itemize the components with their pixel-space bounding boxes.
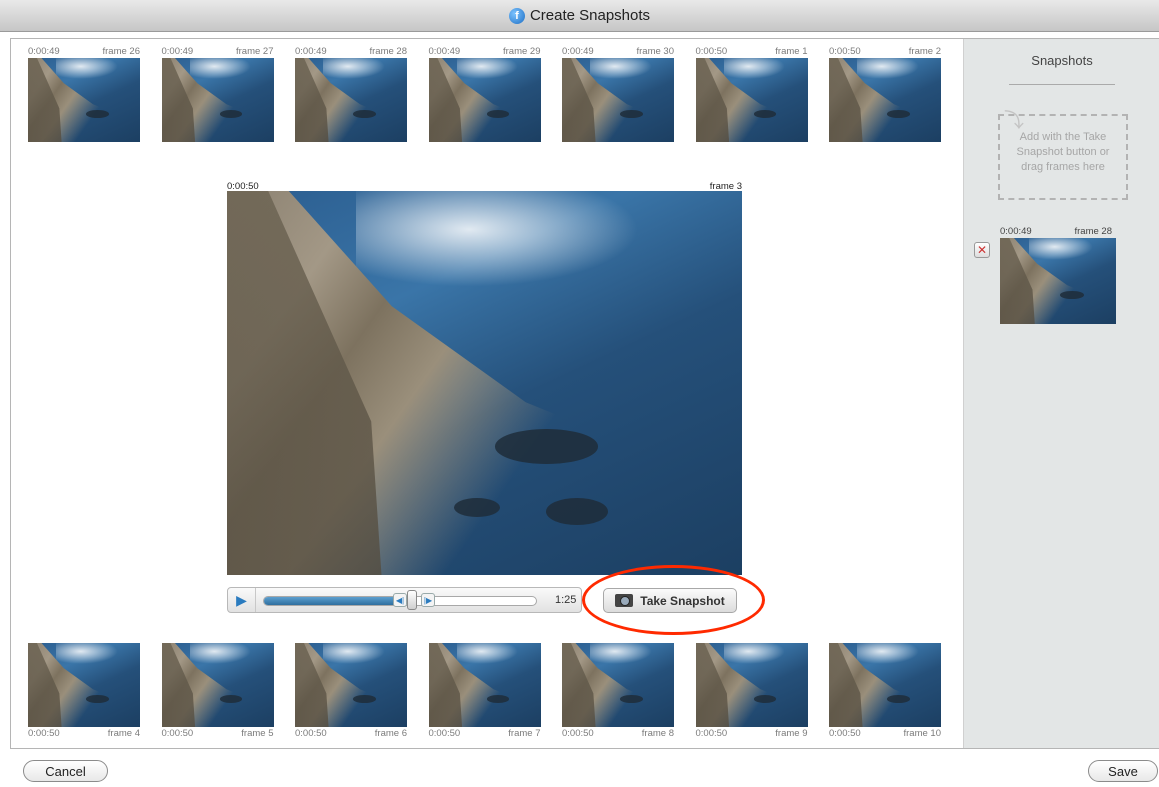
divider <box>1009 84 1115 85</box>
frame-image <box>161 58 274 142</box>
frame-image <box>829 643 941 727</box>
snapshot-dropzone[interactable]: Add with the Take Snapshot button or dra… <box>998 114 1128 200</box>
frame-thumbnail[interactable]: 0:00:50 frame 4 <box>28 643 140 740</box>
take-snapshot-label: Take Snapshot <box>640 593 725 608</box>
frame-number: frame 6 <box>374 728 407 739</box>
frame-time: 0:00:49 <box>161 46 194 57</box>
frame-number: frame 27 <box>236 46 274 57</box>
frame-image <box>695 643 808 727</box>
frame-thumbnail[interactable]: 0:00:50 frame 2 <box>829 45 941 142</box>
frame-time: 0:00:50 <box>161 728 194 739</box>
frame-thumbnail[interactable]: 0:00:49 frame 29 <box>428 45 541 142</box>
frame-thumbnail[interactable]: 0:00:50 frame 10 <box>829 643 941 740</box>
frame-time: 0:00:50 <box>829 46 861 57</box>
snapshot-window: 0:00:49 frame 26 0:00:49 frame 27 0:00:4… <box>10 38 1159 749</box>
frame-image <box>562 58 674 142</box>
frame-image <box>28 58 140 142</box>
frame-thumbnail[interactable]: 0:00:50 frame 6 <box>295 643 407 740</box>
frame-image <box>161 643 274 727</box>
frame-thumbnail[interactable]: 0:00:50 frame 5 <box>161 643 274 740</box>
frame-number: frame 26 <box>102 46 141 57</box>
snapshot-frame: frame 28 <box>1074 226 1113 237</box>
frame-time: 0:00:50 <box>829 728 861 739</box>
save-button[interactable]: Save <box>1088 760 1158 782</box>
frame-image <box>428 58 541 142</box>
take-snapshot-button[interactable]: Take Snapshot <box>603 588 737 613</box>
playback-controls: ▶ ◀| |▶ 1:25 <box>227 587 582 613</box>
frame-image <box>829 58 941 142</box>
window-title: Create Snapshots <box>529 7 651 24</box>
snapshot-item[interactable]: 0:00:49 frame 28 <box>1000 225 1116 324</box>
frame-thumbnail[interactable]: 0:00:49 frame 27 <box>161 45 274 142</box>
f-logo-icon: f <box>508 7 525 24</box>
play-button[interactable]: ▶ <box>228 588 256 612</box>
frame-time: 0:00:50 <box>428 728 461 739</box>
frame-time: 0:00:50 <box>562 728 594 739</box>
frame-number: frame 4 <box>107 728 140 739</box>
scrubber-progress <box>264 597 400 605</box>
frame-number: frame 8 <box>641 728 674 739</box>
frame-image <box>295 643 407 727</box>
frame-image <box>562 643 674 727</box>
frame-thumbnail[interactable]: 0:00:50 frame 8 <box>562 643 674 740</box>
frame-number: frame 28 <box>369 46 408 57</box>
cancel-button[interactable]: Cancel <box>23 760 108 782</box>
frame-browser: 0:00:49 frame 26 0:00:49 frame 27 0:00:4… <box>11 39 963 748</box>
frame-time: 0:00:50 <box>695 46 728 57</box>
frame-time: 0:00:50 <box>695 728 728 739</box>
frame-thumbnail[interactable]: 0:00:50 frame 9 <box>695 643 808 740</box>
title-bar: f Create Snapshots <box>0 0 1159 32</box>
snapshot-thumbnail <box>1000 238 1116 324</box>
frame-time: 0:00:50 <box>28 728 60 739</box>
camera-icon <box>615 594 634 607</box>
snapshots-panel: Snapshots ⤵ Add with the Take Snapshot b… <box>963 39 1159 748</box>
step-forward-button[interactable]: |▶ <box>421 593 435 607</box>
frame-image <box>695 58 808 142</box>
scrubber-handle[interactable] <box>407 590 417 610</box>
frame-time: 0:00:49 <box>428 46 461 57</box>
frame-image <box>28 643 140 727</box>
frame-image <box>295 58 407 142</box>
frame-number: frame 30 <box>636 46 675 57</box>
frame-time: 0:00:49 <box>28 46 60 57</box>
frame-number: frame 1 <box>775 46 808 57</box>
current-frame-preview <box>227 191 742 575</box>
step-back-button[interactable]: ◀| <box>393 593 407 607</box>
frame-number: frame 29 <box>503 46 541 57</box>
frame-time: 0:00:49 <box>295 46 327 57</box>
playback-time: 1:25 <box>555 594 577 606</box>
remove-snapshot-button[interactable]: ✕ <box>974 242 990 258</box>
frame-time: 0:00:49 <box>562 46 594 57</box>
frame-thumbnail[interactable]: 0:00:49 frame 30 <box>562 45 674 142</box>
frame-thumbnail[interactable]: 0:00:50 frame 1 <box>695 45 808 142</box>
frame-number: frame 7 <box>508 728 541 739</box>
frame-number: frame 2 <box>908 46 941 57</box>
snapshot-time: 0:00:49 <box>1000 226 1032 237</box>
frame-number: frame 9 <box>775 728 808 739</box>
frame-thumbnail[interactable]: 0:00:49 frame 28 <box>295 45 407 142</box>
frame-thumbnail[interactable]: 0:00:49 frame 26 <box>28 45 140 142</box>
snapshots-title: Snapshots <box>1031 53 1093 68</box>
frame-number: frame 10 <box>903 728 942 739</box>
frame-thumbnail[interactable]: 0:00:50 frame 7 <box>428 643 541 740</box>
frame-number: frame 5 <box>241 728 274 739</box>
frame-time: 0:00:50 <box>295 728 327 739</box>
frame-image <box>428 643 541 727</box>
